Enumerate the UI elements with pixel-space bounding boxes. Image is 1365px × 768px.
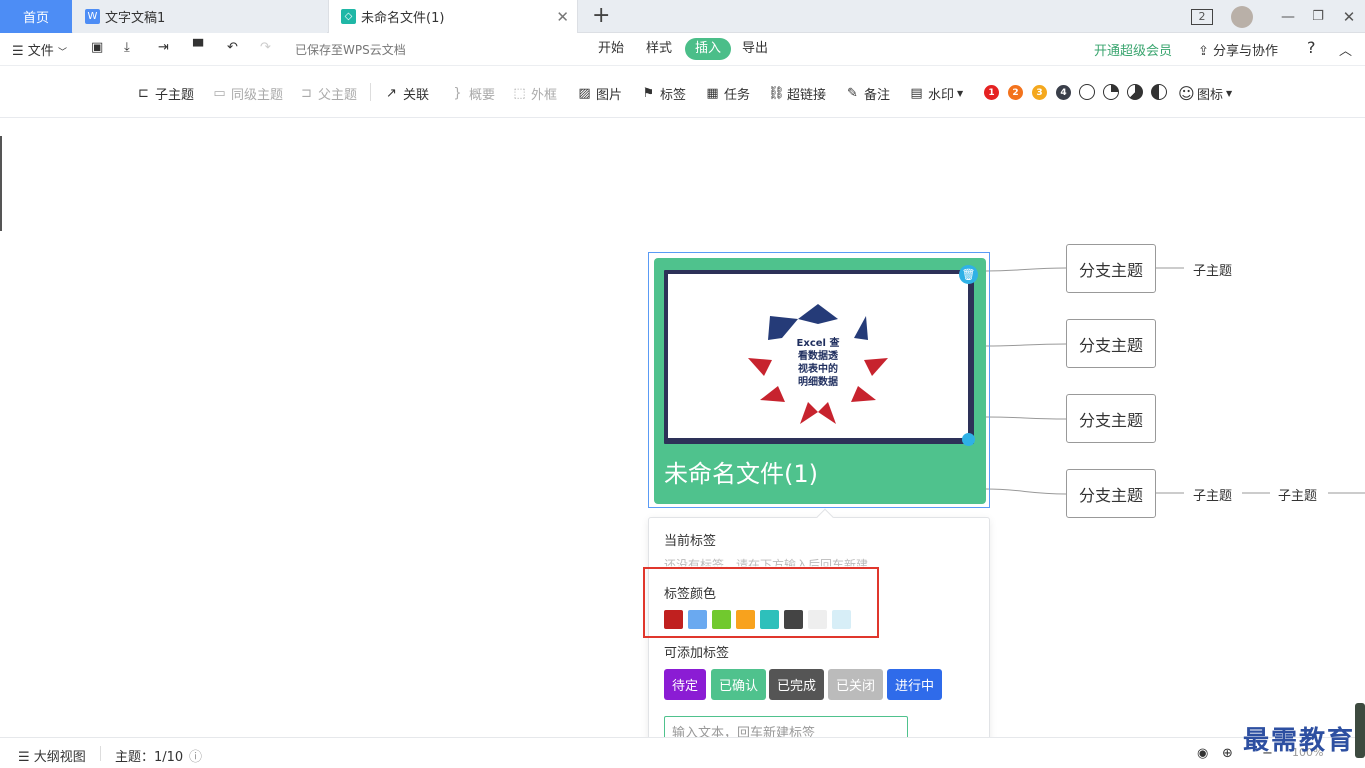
- brand-watermark: 最需教育: [1243, 726, 1356, 756]
- connector-branch-1: [985, 267, 1067, 272]
- current-tags-heading: 当前标签: [664, 534, 717, 549]
- star-logo-image: Excel 查 看数据透 视表中的 明细数据: [748, 304, 888, 424]
- status-bar: ☰ 大纲视图 主题：1/10 ⓘ ◉ ⊕ − 100%: [0, 737, 1365, 768]
- addable-tags-heading: 可添加标签: [664, 646, 730, 661]
- subtopic-2[interactable]: 子主题: [1193, 485, 1232, 504]
- connector-branch-4: [985, 488, 1067, 495]
- outline-label: 大纲视图: [33, 750, 86, 765]
- subtopic-3[interactable]: 子主题: [1278, 485, 1317, 504]
- branch-topic-3[interactable]: 分支主题: [1066, 394, 1156, 443]
- branch-topic-1[interactable]: 分支主题: [1066, 244, 1156, 293]
- branch-topic-2[interactable]: 分支主题: [1066, 319, 1156, 368]
- tag-in-progress[interactable]: 进行中: [887, 669, 943, 700]
- highlight-annotation-box: [643, 567, 879, 638]
- locate-icon[interactable]: ⊕: [1222, 746, 1233, 761]
- tag-closed[interactable]: 已关闭: [828, 669, 884, 700]
- connector-branch-2: [985, 343, 1067, 347]
- outline-icon: ☰: [18, 750, 30, 765]
- delete-image-icon[interactable]: 🗑: [959, 265, 978, 284]
- central-topic-title[interactable]: 未命名文件(1): [664, 454, 818, 489]
- image-text-3: 视表中的: [798, 362, 838, 375]
- topic-count: 主题：1/10: [115, 750, 184, 765]
- tag-pending[interactable]: 待定: [664, 669, 707, 700]
- image-text-4: 明细数据: [798, 375, 838, 388]
- branch-topic-4[interactable]: 分支主题: [1066, 469, 1156, 518]
- resize-handle[interactable]: [962, 433, 975, 446]
- image-text-2: 看数据透: [798, 349, 839, 362]
- outline-view-button[interactable]: ☰ 大纲视图: [18, 746, 86, 765]
- tag-completed[interactable]: 已完成: [769, 669, 825, 700]
- image-text-1: Excel 查: [797, 336, 841, 349]
- topic-image[interactable]: Excel 查 看数据透 视表中的 明细数据: [664, 270, 974, 444]
- side-grip[interactable]: [1355, 703, 1365, 758]
- status-divider: [100, 746, 101, 761]
- info-icon[interactable]: ⓘ: [189, 746, 202, 765]
- eye-hide-icon[interactable]: ◉: [1197, 746, 1208, 761]
- connector-branch-3: [985, 416, 1067, 420]
- subtopic-1[interactable]: 子主题: [1193, 260, 1232, 279]
- tag-confirmed[interactable]: 已确认: [711, 669, 767, 700]
